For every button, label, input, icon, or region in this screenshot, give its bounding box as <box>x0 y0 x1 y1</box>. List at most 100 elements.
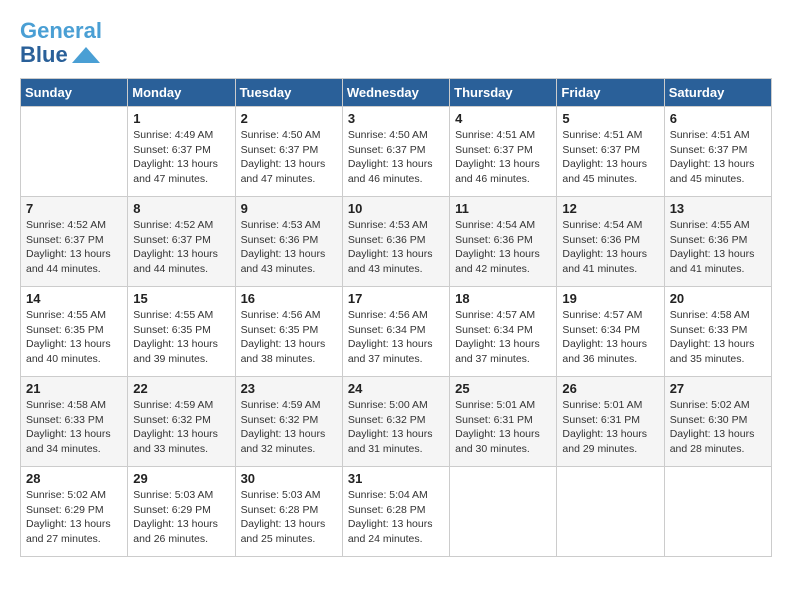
weekday-friday: Friday <box>557 79 664 107</box>
calendar-cell: 19 Sunrise: 4:57 AMSunset: 6:34 PMDayligh… <box>557 287 664 377</box>
day-number: 3 <box>348 111 444 126</box>
day-info: Sunrise: 4:54 AMSunset: 6:36 PMDaylight:… <box>562 218 658 277</box>
calendar-cell: 14 Sunrise: 4:55 AMSunset: 6:35 PMDayligh… <box>21 287 128 377</box>
calendar-cell <box>450 467 557 557</box>
day-number: 2 <box>241 111 337 126</box>
day-number: 23 <box>241 381 337 396</box>
day-number: 20 <box>670 291 766 306</box>
calendar-cell: 3Sunrise: 4:50 AMSunset: 6:37 PMDaylight… <box>342 107 449 197</box>
day-info: Sunrise: 5:03 AMSunset: 6:29 PMDaylight:… <box>133 488 229 547</box>
day-number: 6 <box>670 111 766 126</box>
day-info: Sunrise: 5:01 AMSunset: 6:31 PMDaylight:… <box>455 398 551 457</box>
day-number: 9 <box>241 201 337 216</box>
calendar-cell: 12 Sunrise: 4:54 AMSunset: 6:36 PMDayligh… <box>557 197 664 287</box>
calendar-cell: 25Sunrise: 5:01 AMSunset: 6:31 PMDayligh… <box>450 377 557 467</box>
calendar-cell: 15 Sunrise: 4:55 AMSunset: 6:35 PMDayligh… <box>128 287 235 377</box>
calendar-cell: 28 Sunrise: 5:02 AMSunset: 6:29 PMDayligh… <box>21 467 128 557</box>
day-info: Sunrise: 5:02 AMSunset: 6:29 PMDaylight:… <box>26 488 122 547</box>
calendar-cell <box>21 107 128 197</box>
day-info: Sunrise: 4:55 AMSunset: 6:35 PMDaylight:… <box>133 308 229 367</box>
calendar-body: 1Sunrise: 4:49 AMSunset: 6:37 PMDaylight… <box>21 107 772 557</box>
day-number: 12 <box>562 201 658 216</box>
day-info: Sunrise: 4:56 AMSunset: 6:35 PMDaylight:… <box>241 308 337 367</box>
calendar-cell: 26 Sunrise: 5:01 AMSunset: 6:31 PMDayligh… <box>557 377 664 467</box>
day-number: 11 <box>455 201 551 216</box>
day-number: 5 <box>562 111 658 126</box>
day-info: Sunrise: 4:55 AMSunset: 6:36 PMDaylight:… <box>670 218 766 277</box>
calendar-cell: 21 Sunrise: 4:58 AMSunset: 6:33 PMDayligh… <box>21 377 128 467</box>
day-info: Sunrise: 4:51 AMSunset: 6:37 PMDaylight:… <box>562 128 658 187</box>
day-number: 8 <box>133 201 229 216</box>
week-row-4: 21 Sunrise: 4:58 AMSunset: 6:33 PMDayligh… <box>21 377 772 467</box>
calendar-cell: 23Sunrise: 4:59 AMSunset: 6:32 PMDayligh… <box>235 377 342 467</box>
day-number: 22 <box>133 381 229 396</box>
day-number: 29 <box>133 471 229 486</box>
page-header: General Blue <box>20 20 772 68</box>
weekday-wednesday: Wednesday <box>342 79 449 107</box>
weekday-header-row: SundayMondayTuesdayWednesdayThursdayFrid… <box>21 79 772 107</box>
day-info: Sunrise: 4:53 AMSunset: 6:36 PMDaylight:… <box>241 218 337 277</box>
calendar-cell: 6 Sunrise: 4:51 AMSunset: 6:37 PMDaylight… <box>664 107 771 197</box>
calendar-cell: 9 Sunrise: 4:53 AMSunset: 6:36 PMDaylight… <box>235 197 342 287</box>
day-info: Sunrise: 5:04 AMSunset: 6:28 PMDaylight:… <box>348 488 444 547</box>
day-info: Sunrise: 4:57 AMSunset: 6:34 PMDaylight:… <box>455 308 551 367</box>
calendar-cell: 1Sunrise: 4:49 AMSunset: 6:37 PMDaylight… <box>128 107 235 197</box>
weekday-tuesday: Tuesday <box>235 79 342 107</box>
day-info: Sunrise: 4:50 AMSunset: 6:37 PMDaylight:… <box>241 128 337 187</box>
logo-general: General <box>20 18 102 43</box>
day-number: 31 <box>348 471 444 486</box>
day-number: 18 <box>455 291 551 306</box>
calendar-cell: 10 Sunrise: 4:53 AMSunset: 6:36 PMDayligh… <box>342 197 449 287</box>
calendar-cell: 16 Sunrise: 4:56 AMSunset: 6:35 PMDayligh… <box>235 287 342 377</box>
day-number: 26 <box>562 381 658 396</box>
day-info: Sunrise: 4:52 AMSunset: 6:37 PMDaylight:… <box>26 218 122 277</box>
day-number: 1 <box>133 111 229 126</box>
day-info: Sunrise: 4:58 AMSunset: 6:33 PMDaylight:… <box>26 398 122 457</box>
day-info: Sunrise: 5:00 AMSunset: 6:32 PMDaylight:… <box>348 398 444 457</box>
day-number: 13 <box>670 201 766 216</box>
day-info: Sunrise: 4:57 AMSunset: 6:34 PMDaylight:… <box>562 308 658 367</box>
calendar-cell: 11Sunrise: 4:54 AMSunset: 6:36 PMDayligh… <box>450 197 557 287</box>
calendar-cell: 30Sunrise: 5:03 AMSunset: 6:28 PMDayligh… <box>235 467 342 557</box>
day-number: 16 <box>241 291 337 306</box>
week-row-1: 1Sunrise: 4:49 AMSunset: 6:37 PMDaylight… <box>21 107 772 197</box>
logo: General Blue <box>20 20 102 68</box>
weekday-thursday: Thursday <box>450 79 557 107</box>
day-info: Sunrise: 4:58 AMSunset: 6:33 PMDaylight:… <box>670 308 766 367</box>
calendar-cell: 4Sunrise: 4:51 AMSunset: 6:37 PMDaylight… <box>450 107 557 197</box>
day-info: Sunrise: 5:01 AMSunset: 6:31 PMDaylight:… <box>562 398 658 457</box>
calendar-cell: 31 Sunrise: 5:04 AMSunset: 6:28 PMDayligh… <box>342 467 449 557</box>
day-info: Sunrise: 4:53 AMSunset: 6:36 PMDaylight:… <box>348 218 444 277</box>
calendar-cell: 18 Sunrise: 4:57 AMSunset: 6:34 PMDayligh… <box>450 287 557 377</box>
calendar-cell: 20 Sunrise: 4:58 AMSunset: 6:33 PMDayligh… <box>664 287 771 377</box>
calendar-cell <box>557 467 664 557</box>
day-info: Sunrise: 4:51 AMSunset: 6:37 PMDaylight:… <box>455 128 551 187</box>
day-number: 28 <box>26 471 122 486</box>
week-row-5: 28 Sunrise: 5:02 AMSunset: 6:29 PMDayligh… <box>21 467 772 557</box>
day-info: Sunrise: 4:56 AMSunset: 6:34 PMDaylight:… <box>348 308 444 367</box>
calendar-cell <box>664 467 771 557</box>
week-row-3: 14 Sunrise: 4:55 AMSunset: 6:35 PMDayligh… <box>21 287 772 377</box>
day-number: 10 <box>348 201 444 216</box>
day-number: 15 <box>133 291 229 306</box>
logo-text: General <box>20 20 102 42</box>
day-number: 30 <box>241 471 337 486</box>
day-info: Sunrise: 4:59 AMSunset: 6:32 PMDaylight:… <box>133 398 229 457</box>
day-number: 17 <box>348 291 444 306</box>
day-info: Sunrise: 4:55 AMSunset: 6:35 PMDaylight:… <box>26 308 122 367</box>
day-info: Sunrise: 5:02 AMSunset: 6:30 PMDaylight:… <box>670 398 766 457</box>
calendar-cell: 24Sunrise: 5:00 AMSunset: 6:32 PMDayligh… <box>342 377 449 467</box>
weekday-saturday: Saturday <box>664 79 771 107</box>
day-number: 14 <box>26 291 122 306</box>
logo-blue: Blue <box>20 42 68 68</box>
day-number: 21 <box>26 381 122 396</box>
day-number: 19 <box>562 291 658 306</box>
weekday-sunday: Sunday <box>21 79 128 107</box>
logo-icon <box>72 45 100 65</box>
calendar-cell: 7Sunrise: 4:52 AMSunset: 6:37 PMDaylight… <box>21 197 128 287</box>
calendar-cell: 8 Sunrise: 4:52 AMSunset: 6:37 PMDaylight… <box>128 197 235 287</box>
day-info: Sunrise: 4:52 AMSunset: 6:37 PMDaylight:… <box>133 218 229 277</box>
day-info: Sunrise: 4:51 AMSunset: 6:37 PMDaylight:… <box>670 128 766 187</box>
calendar-cell: 29 Sunrise: 5:03 AMSunset: 6:29 PMDayligh… <box>128 467 235 557</box>
calendar-cell: 5 Sunrise: 4:51 AMSunset: 6:37 PMDaylight… <box>557 107 664 197</box>
